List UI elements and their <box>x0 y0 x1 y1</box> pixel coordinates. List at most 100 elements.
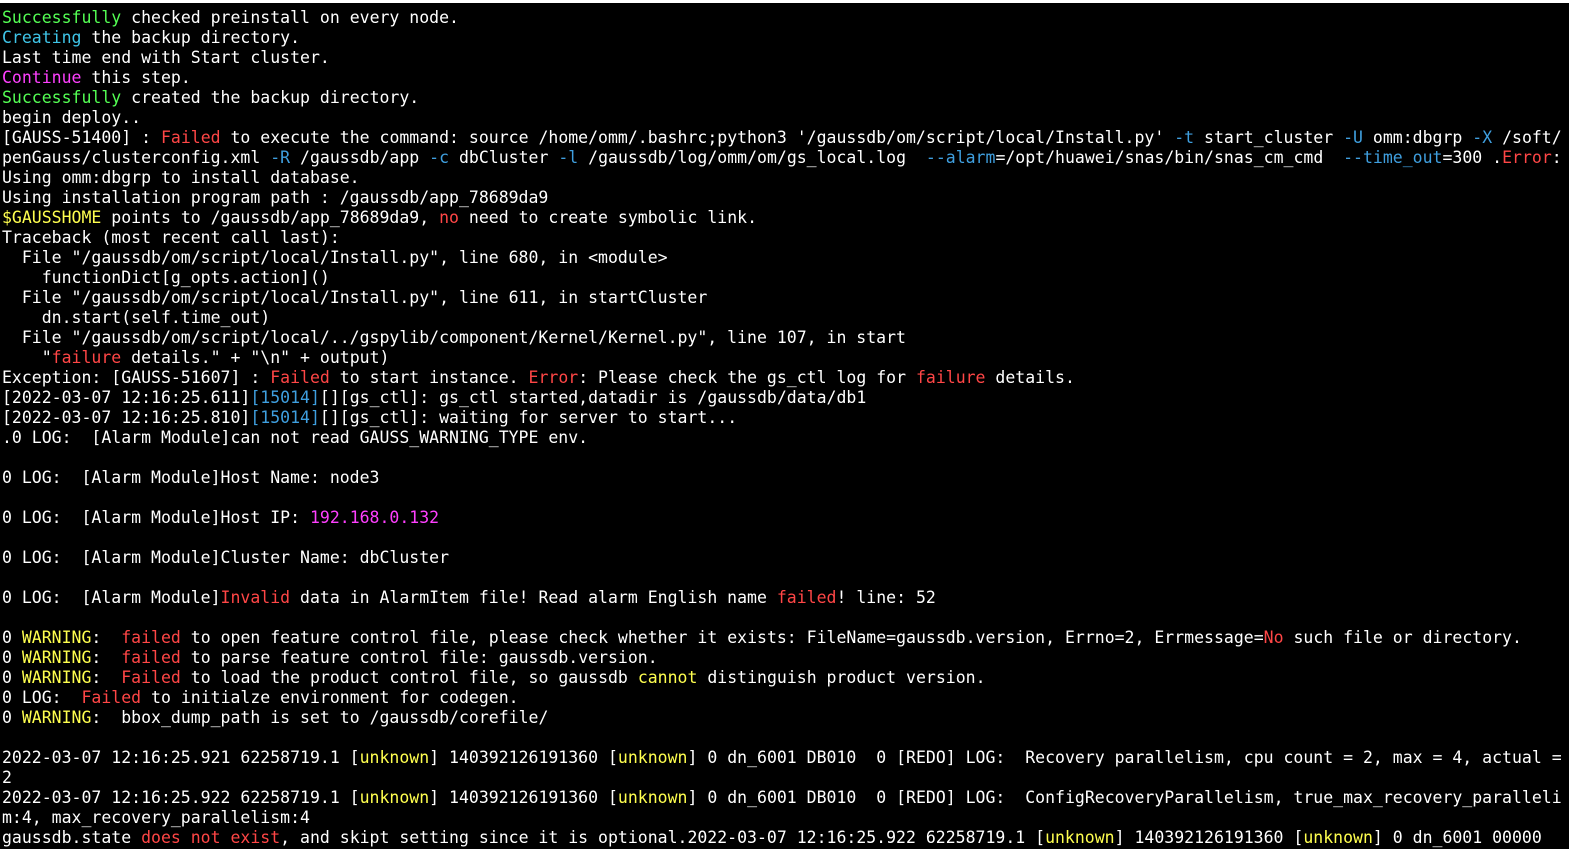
terminal-text-segment: : <box>91 668 122 687</box>
terminal-line: File "/gaussdb/om/script/local/Install.p… <box>2 248 1562 268</box>
terminal-line: 0 WARNING: Failed to load the product co… <box>2 668 1562 688</box>
terminal-text-segment: .0 LOG: [Alarm Module]can not read GAUSS… <box>2 428 589 447</box>
terminal-text-segment: File "/gaussdb/om/script/local/Install.p… <box>2 248 668 267</box>
terminal-line: 0 LOG: [Alarm Module]Cluster Name: dbClu… <box>2 548 1562 568</box>
terminal-line: Last time end with Start cluster. <box>2 48 1562 68</box>
terminal-text-segment: 0 <box>2 668 22 687</box>
terminal-text-segment: omm:dbgrp <box>1362 128 1473 147</box>
terminal-text-segment: failed <box>121 648 181 667</box>
terminal-text-segment: Failed <box>270 368 330 387</box>
terminal-text-segment: Using installation program path : /gauss… <box>2 188 549 207</box>
terminal-text-segment: WARNING <box>21 708 92 727</box>
terminal-text-segment: no <box>439 208 459 227</box>
terminal-text-segment: Failed <box>81 688 142 707</box>
terminal-text-segment: Failed <box>121 668 181 687</box>
terminal-output[interactable]: Successfully checked preinstall on every… <box>2 8 1562 848</box>
terminal-text-segment: ] 0 dn_6001 00000 <box>1372 828 1542 847</box>
terminal-text-segment: failure <box>915 368 986 387</box>
terminal-text-segment: failure <box>51 348 122 367</box>
terminal-text-segment: -l <box>558 148 579 167</box>
terminal-text-segment: cannot <box>637 668 698 687</box>
terminal-text-segment: to execute the command: source /home/omm… <box>220 128 1175 147</box>
terminal-text-segment: File "/gaussdb/om/script/local/../gspyli… <box>2 328 906 347</box>
terminal-line: 2022-03-07 12:16:25.922 62258719.1 [unkn… <box>2 788 1562 808</box>
terminal-text-segment: /gaussdb/log/omm/om/gs_local.log <box>578 148 926 167</box>
terminal-text-segment: penGauss/clusterconfig.xml <box>2 148 271 167</box>
terminal-text-segment: : Please check the gs_ctl log for <box>578 368 916 387</box>
terminal-line: Using installation program path : /gauss… <box>2 188 1562 208</box>
terminal-text-segment: : <box>91 648 122 667</box>
terminal-text-segment: Failed <box>160 128 221 147</box>
terminal-text-segment: Invalid <box>220 588 291 607</box>
terminal-text-segment: =300 . <box>1442 148 1503 167</box>
terminal-text-segment: " <box>2 348 52 367</box>
terminal-text-segment: Traceback (most recent call last): <box>2 228 340 247</box>
terminal-text-segment: ] 140392126191360 [ <box>429 748 618 767</box>
terminal-text-segment: /soft/ <box>1492 128 1562 147</box>
terminal-text-segment: : <box>1551 148 1562 167</box>
terminal-text-segment: the backup directory. <box>81 28 301 47</box>
terminal-text-segment: such file or directory. <box>1283 628 1522 647</box>
terminal-text-segment: WARNING <box>21 668 92 687</box>
terminal-line: [2022-03-07 12:16:25.611][15014][][gs_ct… <box>2 388 1562 408</box>
terminal-text-segment: [2022-03-07 12:16:25.810] <box>2 408 251 427</box>
terminal-text-segment: to load the product control file, so gau… <box>180 668 638 687</box>
terminal-text-segment: [15014] <box>250 388 320 407</box>
terminal-text-segment: =/opt/huawei/snas/bin/snas_cm_cmd <box>995 148 1344 167</box>
terminal-text-segment: Successfully <box>2 88 122 107</box>
terminal-text-segment: Successfully <box>2 8 122 27</box>
terminal-text-segment: : <box>91 628 122 647</box>
terminal-text-segment: -R <box>270 148 291 167</box>
terminal-text-segment: does not exist <box>141 828 281 847</box>
terminal-line: Continue this step. <box>2 68 1562 88</box>
terminal-text-segment: ] 0 dn_6001 DB010 0 [REDO] LOG: ConfigRe… <box>687 788 1562 807</box>
terminal-line: 2022-03-07 12:16:25.921 62258719.1 [unkn… <box>2 748 1562 768</box>
terminal-line: 0 LOG: [Alarm Module]Host IP: 192.168.0.… <box>2 508 1562 528</box>
terminal-text-segment: m:4, max_recovery_parallelism:4 <box>2 808 310 827</box>
terminal-line: penGauss/clusterconfig.xml -R /gaussdb/a… <box>2 148 1562 168</box>
terminal-text-segment: dn.start(self.time_out) <box>2 308 271 327</box>
terminal-text-segment: dbCluster <box>449 148 559 167</box>
terminal-line: Successfully created the backup director… <box>2 88 1562 108</box>
terminal-text-segment: unknown <box>617 748 688 767</box>
terminal-text-segment: No <box>1263 628 1284 647</box>
terminal-line: m:4, max_recovery_parallelism:4 <box>2 808 1562 828</box>
terminal-text-segment: : bbox_dump_path is set to /gaussdb/core… <box>91 708 549 727</box>
terminal-text-segment: Exception: [GAUSS-51607] : <box>2 368 271 387</box>
terminal-line: "failure details." + "\n" + output) <box>2 348 1562 368</box>
terminal-line: 2 <box>2 768 1562 788</box>
terminal-text-segment: distinguish product version. <box>697 668 986 687</box>
terminal-line: [GAUSS-51400] : Failed to execute the co… <box>2 128 1562 148</box>
terminal-line: Successfully checked preinstall on every… <box>2 8 1562 28</box>
terminal-text-segment: to open feature control file, please che… <box>180 628 1264 647</box>
terminal-text-segment: data in AlarmItem file! Read alarm Engli… <box>290 588 777 607</box>
terminal-line: Creating the backup directory. <box>2 28 1562 48</box>
terminal-line: 0 WARNING: failed to parse feature contr… <box>2 648 1562 668</box>
terminal-line: 0 WARNING: failed to open feature contro… <box>2 628 1562 648</box>
terminal-line: begin deploy.. <box>2 108 1562 128</box>
terminal-text-segment: unknown <box>1303 828 1373 847</box>
terminal-text-segment: WARNING <box>21 648 92 667</box>
terminal-text-segment: unknown <box>359 748 430 767</box>
terminal-text-segment: 0 LOG: [Alarm Module]Cluster Name: dbClu… <box>2 548 450 567</box>
terminal-line: File "/gaussdb/om/script/local/../gspyli… <box>2 328 1562 348</box>
terminal-text-segment: failed <box>776 588 837 607</box>
terminal-text-segment: start_cluster <box>1194 128 1344 147</box>
terminal-text-segment: --alarm <box>925 148 996 167</box>
terminal-line: $GAUSSHOME points to /gaussdb/app_78689d… <box>2 208 1562 228</box>
terminal-text-segment: File "/gaussdb/om/script/local/Install.p… <box>2 288 708 307</box>
terminal-window[interactable]: Successfully checked preinstall on every… <box>0 0 1569 849</box>
terminal-text-segment: Continue <box>2 68 82 87</box>
terminal-line: Traceback (most recent call last): <box>2 228 1562 248</box>
terminal-text-segment: this step. <box>81 68 191 87</box>
terminal-text-segment: 0 <box>2 628 22 647</box>
terminal-text-segment: /gaussdb/app <box>290 148 430 167</box>
terminal-text-segment: -X <box>1472 128 1493 147</box>
terminal-text-segment: to initialze environment for codegen. <box>141 688 519 707</box>
terminal-text-segment: 2022-03-07 12:16:25.921 62258719.1 [ <box>2 748 360 767</box>
